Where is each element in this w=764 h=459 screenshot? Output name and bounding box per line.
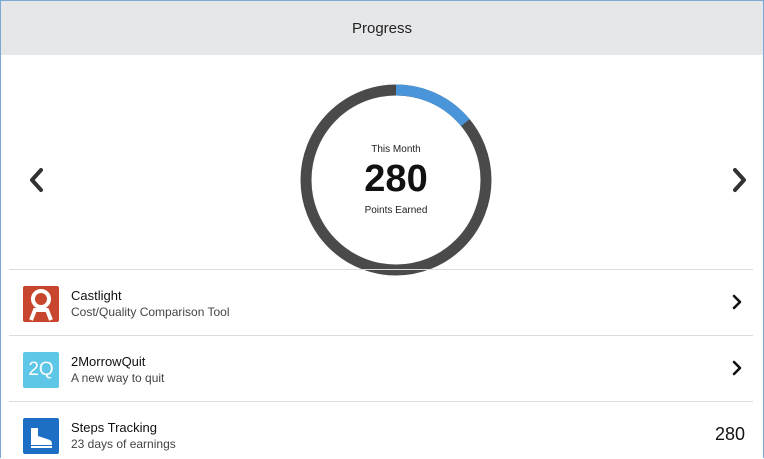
points-value: 280 — [364, 158, 428, 200]
header-bar: Progress — [1, 1, 763, 55]
steps-points-value: 280 — [714, 424, 745, 444]
app-subtitle: 23 days of earnings — [71, 437, 176, 451]
period-label: This Month — [371, 144, 421, 155]
points-ring: This Month 280 Points Earned — [298, 82, 494, 278]
next-month-button[interactable] — [729, 165, 751, 195]
chevron-right-icon — [733, 168, 746, 192]
points-label: Points Earned — [364, 205, 428, 216]
chevron-left-icon — [30, 168, 43, 192]
list-item-steps-tracking[interactable]: Steps Tracking 23 days of earnings 280 — [9, 401, 753, 458]
app-list: Castlight Cost/Quality Comparison Tool 2… — [9, 269, 753, 458]
previous-month-button[interactable] — [25, 165, 47, 195]
app-icon-text: 2Q — [28, 359, 54, 380]
castlight-logo-icon — [23, 286, 59, 322]
app-title: Steps Tracking — [71, 420, 157, 435]
monthly-summary: This Month 280 Points Earned — [1, 55, 763, 276]
chevron-right-icon — [732, 294, 742, 310]
list-item-2morrowquit[interactable]: 2Q 2MorrowQuit A new way to quit — [9, 335, 753, 401]
progress-panel: Progress This Month 280 Points Earned Ca… — [0, 0, 764, 458]
shoe-icon — [23, 418, 59, 454]
app-subtitle: Cost/Quality Comparison Tool — [71, 305, 230, 319]
app-title: 2MorrowQuit — [71, 354, 146, 369]
list-item-castlight[interactable]: Castlight Cost/Quality Comparison Tool — [9, 269, 753, 335]
app-title: Castlight — [71, 288, 122, 303]
app-subtitle: A new way to quit — [71, 371, 165, 385]
page-title: Progress — [351, 19, 413, 37]
2morrowquit-logo-icon: 2Q — [23, 352, 59, 388]
chevron-right-icon — [732, 360, 742, 376]
